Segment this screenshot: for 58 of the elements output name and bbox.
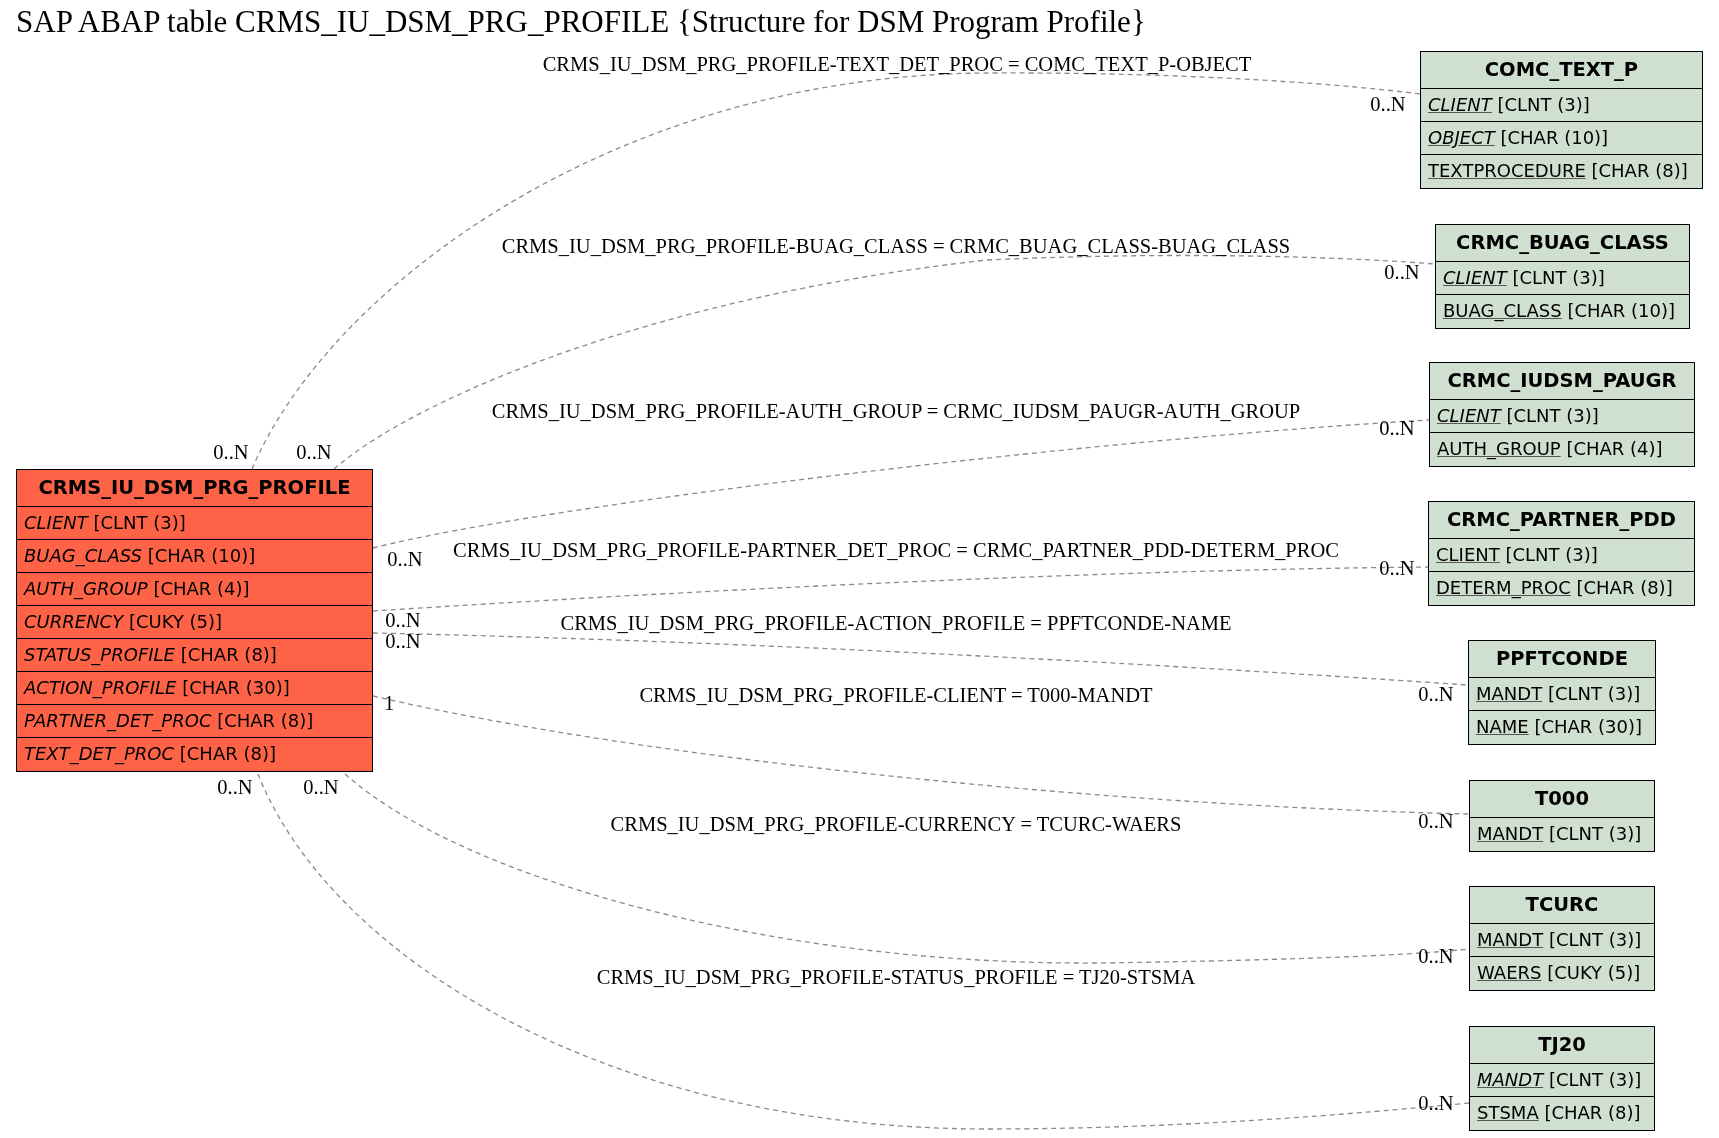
relation-label: CRMS_IU_DSM_PRG_PROFILE-PARTNER_DET_PROC = CRMC_PARTNER_PDD-DETERM_PROC <box>453 538 1339 562</box>
cardinality-label: 0..N <box>1379 417 1415 439</box>
cardinality-label: 0..N <box>387 548 423 570</box>
field-row: CLIENT [CLNT (3)] <box>17 507 372 540</box>
cardinality-label: 0..N <box>1418 1092 1454 1114</box>
cardinality-label: 0..N <box>1384 261 1420 283</box>
cardinality-label: 0..N <box>1370 93 1406 115</box>
cardinality-label: 0..N <box>303 776 339 798</box>
cardinality-label: 0..N <box>1379 557 1415 579</box>
field-row: ACTION_PROFILE [CHAR (30)] <box>17 672 372 705</box>
field-row-text: TEXTPROCEDURE [CHAR (8)] <box>1427 159 1689 183</box>
field-row: CLIENT [CLNT (3)] <box>1436 262 1689 295</box>
table-name: COMC_TEXT_P <box>1421 52 1702 89</box>
table-name: CRMC_PARTNER_PDD <box>1429 502 1694 539</box>
relation-label: CRMS_IU_DSM_PRG_PROFILE-TEXT_DET_PROC = COMC_TEXT_P-OBJECT <box>542 52 1252 76</box>
table-name: CRMS_IU_DSM_PRG_PROFILE <box>17 470 372 507</box>
table-name: TCURC <box>1470 887 1654 924</box>
field-row-text: DETERM_PROC [CHAR (8)] <box>1435 576 1674 601</box>
field-row: AUTH_GROUP [CHAR (4)] <box>17 573 372 606</box>
cardinality-label: 0..N <box>385 609 421 631</box>
field-row: MANDT [CLNT (3)] <box>1469 678 1655 711</box>
cardinality-label: 0..N <box>1418 945 1454 967</box>
cardinality-label: 0..N <box>385 630 421 652</box>
relation-label: CRMS_IU_DSM_PRG_PROFILE-BUAG_CLASS = CRMC_BUAG_CLASS-BUAG_CLASS <box>501 234 1291 258</box>
relation-label: CRMS_IU_DSM_PRG_PROFILE-CLIENT = T000-MANDT <box>639 683 1153 707</box>
cardinality-label: 0..N <box>217 776 253 798</box>
field-row: CLIENT [CLNT (3)] <box>1430 400 1694 433</box>
field-row-text: BUAG_CLASS [CHAR (10)] <box>1442 299 1677 324</box>
table-name: TJ20 <box>1470 1027 1654 1064</box>
field-row: OBJECT [CHAR (10)] <box>1421 122 1702 155</box>
cardinality-label: 0..N <box>213 441 249 463</box>
field-row-text: WAERS [CUKY (5)] <box>1476 961 1642 985</box>
field-row: CLIENT [CLNT (3)] <box>1421 89 1702 122</box>
field-row: BUAG_CLASS [CHAR (10)] <box>17 540 372 573</box>
field-row: CLIENT [CLNT (3)] <box>1429 539 1694 572</box>
field-row-text: STSMA [CHAR (8)] <box>1476 1101 1642 1125</box>
field-row-text: MANDT [CLNT (3)] <box>1476 822 1643 846</box>
field-row-text: TEXT_DET_PROC [CHAR (8)] <box>23 742 277 767</box>
table-name: CRMC_BUAG_CLASS <box>1436 225 1689 262</box>
field-row-text: NAME [CHAR (30)] <box>1475 715 1644 739</box>
field-row: STATUS_PROFILE [CHAR (8)] <box>17 639 372 672</box>
field-row: MANDT [CLNT (3)] <box>1470 924 1654 957</box>
field-row-text: AUTH_GROUP [CHAR (4)] <box>1436 437 1664 462</box>
relation-label: CRMS_IU_DSM_PRG_PROFILE-STATUS_PROFILE = TJ20-STSMA <box>596 965 1196 989</box>
cardinality-label: 0..N <box>1418 810 1454 832</box>
cardinality-label: 0..N <box>1418 683 1454 705</box>
field-row: MANDT [CLNT (3)] <box>1470 1064 1654 1097</box>
cardinality-label: 0..N <box>296 441 332 463</box>
diagram-title: SAP ABAP table CRMS_IU_DSM_PRG_PROFILE {Structure for DSM Program Profile} <box>16 3 1146 40</box>
field-row: CURRENCY [CUKY (5)] <box>17 606 372 639</box>
field-row: PARTNER_DET_PROC [CHAR (8)] <box>17 705 372 738</box>
table-name: T000 <box>1470 781 1654 818</box>
relation-label: CRMS_IU_DSM_PRG_PROFILE-ACTION_PROFILE = PPFTCONDE-NAME <box>560 611 1232 635</box>
cardinality-label: 1 <box>383 692 395 714</box>
table-name: PPFTCONDE <box>1469 641 1655 678</box>
relation-label: CRMS_IU_DSM_PRG_PROFILE-AUTH_GROUP = CRMC_IUDSM_PAUGR-AUTH_GROUP <box>491 399 1301 423</box>
relation-label: CRMS_IU_DSM_PRG_PROFILE-CURRENCY = TCURC-WAERS <box>610 812 1182 836</box>
table-name: CRMC_IUDSM_PAUGR <box>1430 363 1694 400</box>
